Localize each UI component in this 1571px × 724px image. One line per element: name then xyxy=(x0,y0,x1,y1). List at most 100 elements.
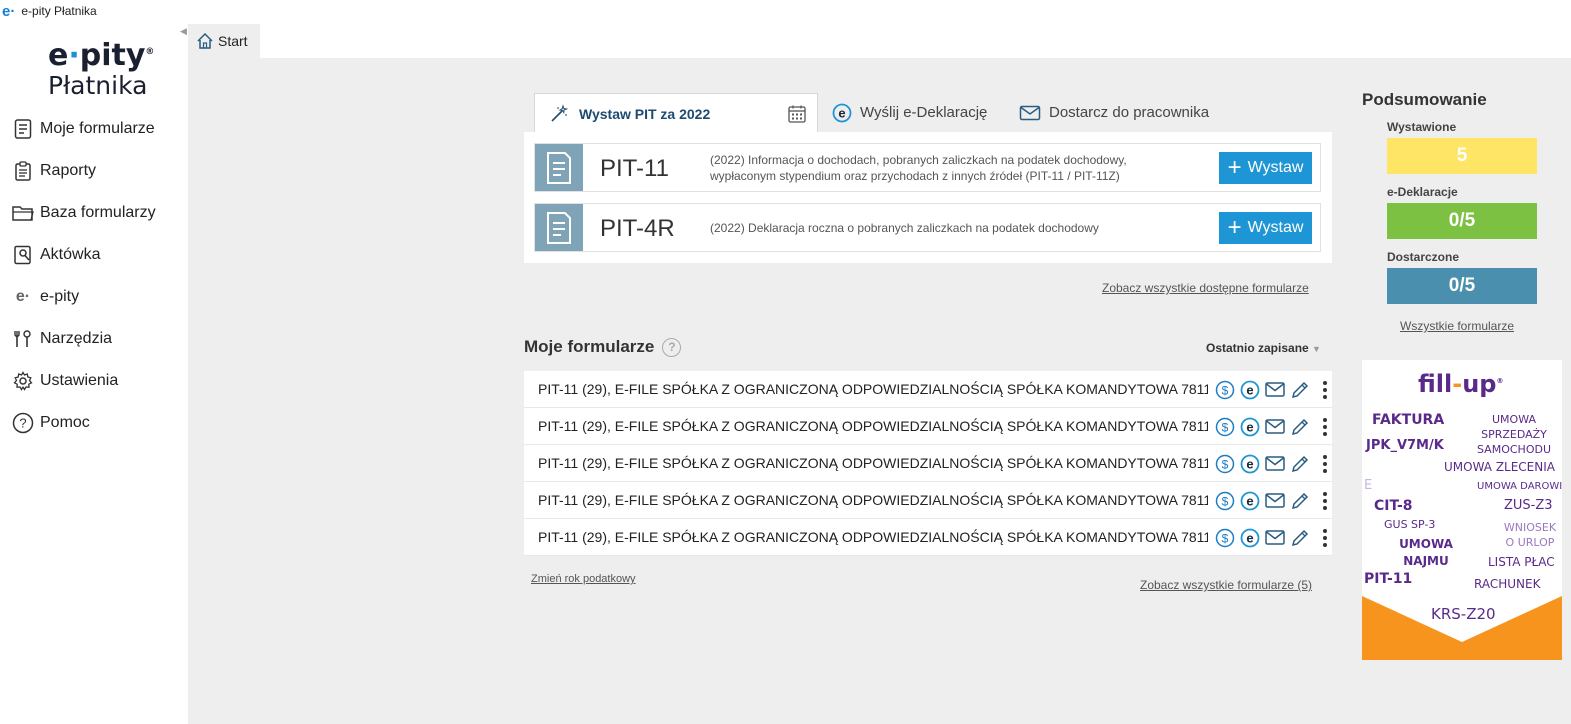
see-all-my-forms-link[interactable]: Zobacz wszystkie formularze (5) xyxy=(1140,578,1312,592)
wystaw-pit-11-button[interactable]: + Wystaw xyxy=(1219,152,1312,184)
see-all-available-forms-link[interactable]: Zobacz wszystkie dostępne formularze xyxy=(1102,281,1309,295)
table-row[interactable]: PIT-11 (29), E-FILE SPÓŁKA Z OGRANICZONĄ… xyxy=(524,519,1332,556)
summary-title: Podsumowanie xyxy=(1362,90,1487,109)
more-vertical-icon[interactable] xyxy=(1314,416,1335,437)
form-description: (2022) Deklaracja roczna o pobranych zal… xyxy=(710,220,1180,236)
ad-word-wniosek-o-urlop: WNIOSEK O URLOP xyxy=(1503,521,1557,549)
form-document-icon xyxy=(535,144,583,191)
document-icon xyxy=(12,118,34,140)
table-row[interactable]: PIT-11 (29), E-FILE SPÓŁKA Z OGRANICZONĄ… xyxy=(524,482,1332,519)
payment-icon[interactable]: $ xyxy=(1214,453,1235,474)
svg-text:e: e xyxy=(1246,419,1253,434)
tools-icon xyxy=(12,328,34,350)
tab-wyslij-e-deklaracje[interactable]: e Wyślij e-Deklarację xyxy=(832,93,987,132)
ad-word-umowa-zlecenia: UMOWA ZLECENIA xyxy=(1444,460,1555,474)
change-tax-year-link[interactable]: Zmień rok podatkowy xyxy=(531,573,636,585)
edit-pencil-icon[interactable] xyxy=(1289,416,1310,437)
sidebar-item-label: e-pity xyxy=(40,288,80,305)
sidebar-item-ustawienia[interactable]: Ustawienia xyxy=(0,360,188,402)
form-row-pit-11: PIT-11 (2022) Informacja o dochodach, po… xyxy=(534,143,1321,192)
all-forms-link[interactable]: Wszystkie formularze xyxy=(1400,319,1514,333)
e-deklaracja-icon[interactable]: e xyxy=(1239,379,1260,400)
briefcase-user-icon xyxy=(12,244,34,266)
edit-pencil-icon[interactable] xyxy=(1289,527,1310,548)
more-vertical-icon[interactable] xyxy=(1314,453,1335,474)
e-deklaracja-icon[interactable]: e xyxy=(1239,527,1260,548)
envelope-icon[interactable] xyxy=(1264,379,1285,400)
sidebar-item-narzedzia[interactable]: Narzędzia xyxy=(0,318,188,360)
delivered-label: Dostarczone xyxy=(1387,250,1460,264)
tab-wystaw-pit-label: Wystaw PIT za 2022 xyxy=(579,105,711,122)
ad-word-umowa-sprzedazy: UMOWA SPRZEDAŻY SAMOCHODU xyxy=(1477,413,1551,456)
e-declarations-count-badge[interactable]: 0/5 xyxy=(1387,203,1537,239)
tab-wystaw-pit[interactable]: Wystaw PIT za 2022 xyxy=(534,93,818,133)
summary-panel: Podsumowanie Wystawione 5 e-Deklaracje 0… xyxy=(1362,90,1562,333)
svg-text:e: e xyxy=(1246,530,1253,545)
issued-count-badge[interactable]: 5 xyxy=(1387,138,1537,174)
envelope-icon[interactable] xyxy=(1264,416,1285,437)
logo-reg: ® xyxy=(145,47,155,57)
envelope-icon[interactable] xyxy=(1264,490,1285,511)
form-row-text: PIT-11 (29), E-FILE SPÓŁKA Z OGRANICZONĄ… xyxy=(538,529,1208,545)
edit-pencil-icon[interactable] xyxy=(1289,490,1310,511)
e-deklaracja-icon[interactable]: e xyxy=(1239,416,1260,437)
sidebar-item-aktowka[interactable]: Aktówka xyxy=(0,234,188,276)
form-code: PIT-11 xyxy=(600,155,669,182)
sidebar-item-label: Raporty xyxy=(40,162,97,179)
more-vertical-icon[interactable] xyxy=(1314,527,1335,548)
e-deklaracja-icon[interactable]: e xyxy=(1239,453,1260,474)
sidebar-collapse-caret-icon[interactable]: ◀ xyxy=(180,26,187,37)
payment-icon[interactable]: $ xyxy=(1214,379,1235,400)
brand-dash: - xyxy=(1452,370,1463,398)
window-title: e-pity Płatnika xyxy=(21,4,97,18)
envelope-icon[interactable] xyxy=(1264,527,1285,548)
table-row[interactable]: PIT-11 (29), E-FILE SPÓŁKA Z OGRANICZONĄ… xyxy=(524,445,1332,482)
my-forms-list: PIT-11 (29), E-FILE SPÓŁKA Z OGRANICZONĄ… xyxy=(524,371,1332,556)
help-icon[interactable]: ? xyxy=(662,337,682,357)
ad-word-jpk: JPK_V7M/K xyxy=(1366,438,1444,453)
form-row-pit-4r: PIT-4R (2022) Deklaracja roczna o pobran… xyxy=(534,203,1321,252)
clipboard-icon xyxy=(12,160,34,182)
plus-icon: + xyxy=(1227,214,1242,241)
magic-wand-icon xyxy=(549,103,569,124)
calendar-icon[interactable] xyxy=(787,104,807,127)
sort-label: Ostatnio zapisane xyxy=(1206,341,1309,355)
envelope-icon xyxy=(1019,105,1041,121)
sidebar-item-pomoc[interactable]: ? Pomoc xyxy=(0,402,188,444)
logo-pity: pity xyxy=(79,38,146,73)
sidebar-item-raporty[interactable]: Raporty xyxy=(0,150,188,192)
logo-e: e xyxy=(48,38,69,73)
form-row-text: PIT-11 (29), E-FILE SPÓŁKA Z OGRANICZONĄ… xyxy=(538,455,1208,471)
sort-dropdown[interactable]: Ostatnio zapisane ▼ xyxy=(1206,341,1321,355)
e-deklaracja-icon[interactable]: e xyxy=(1239,490,1260,511)
ad-word-cit-8: CIT-8 xyxy=(1374,498,1413,514)
edit-pencil-icon[interactable] xyxy=(1289,379,1310,400)
envelope-icon[interactable] xyxy=(1264,453,1285,474)
fill-up-ad-banner[interactable]: fill-up® FAKTURA UMOWA SPRZEDAŻY SAMOCHO… xyxy=(1362,360,1562,660)
edit-pencil-icon[interactable] xyxy=(1289,453,1310,474)
delivered-count-badge[interactable]: 0/5 xyxy=(1387,268,1537,304)
svg-text:e: e xyxy=(1246,382,1253,397)
ad-word-rachunek: RACHUNEK xyxy=(1474,577,1541,591)
more-vertical-icon[interactable] xyxy=(1314,379,1335,400)
payment-icon[interactable]: $ xyxy=(1214,416,1235,437)
tab-start[interactable]: Start xyxy=(188,24,260,58)
sidebar-item-baza-formularzy[interactable]: Baza formularzy xyxy=(0,192,188,234)
brand-part-b: up xyxy=(1462,370,1497,398)
wystaw-pit-4r-button[interactable]: + Wystaw xyxy=(1219,212,1312,244)
form-document-icon xyxy=(535,204,583,251)
table-row[interactable]: PIT-11 (29), E-FILE SPÓŁKA Z OGRANICZONĄ… xyxy=(524,371,1332,408)
tab-dostarcz[interactable]: Dostarcz do pracownika xyxy=(1019,93,1209,132)
sidebar-nav: Moje formularze Raporty Baza formularzy … xyxy=(0,108,188,444)
sidebar-item-moje-formularze[interactable]: Moje formularze xyxy=(0,108,188,150)
payment-icon[interactable]: $ xyxy=(1214,527,1235,548)
e-pity-icon: e· xyxy=(15,288,31,305)
issued-label: Wystawione xyxy=(1387,120,1457,134)
tab-bar: Start xyxy=(188,22,1571,58)
payment-icon[interactable]: $ xyxy=(1214,490,1235,511)
sidebar-item-e-pity[interactable]: e· e-pity xyxy=(0,276,188,318)
table-row[interactable]: PIT-11 (29), E-FILE SPÓŁKA Z OGRANICZONĄ… xyxy=(524,408,1332,445)
sidebar-item-label: Aktówka xyxy=(40,246,101,263)
more-vertical-icon[interactable] xyxy=(1314,490,1335,511)
form-description-line1: (2022) Informacja o dochodach, pobranych… xyxy=(710,153,1127,167)
